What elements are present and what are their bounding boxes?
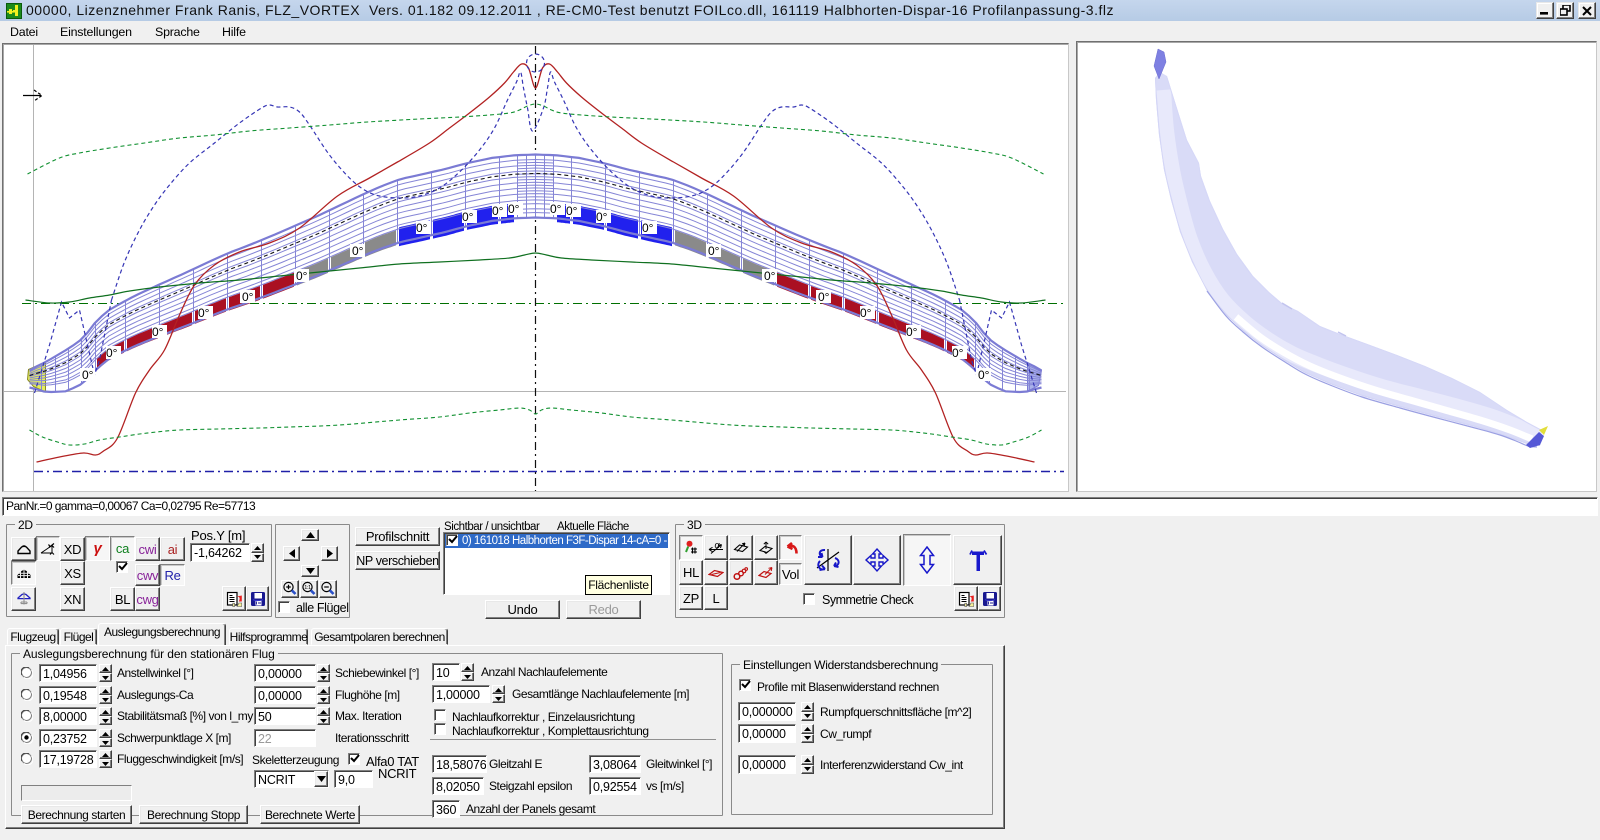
- svg-text:0°: 0°: [352, 244, 364, 258]
- svg-text:0°: 0°: [492, 204, 504, 218]
- svg-text:0°: 0°: [952, 346, 964, 360]
- svg-text:0°: 0°: [906, 325, 918, 339]
- svg-text:0°: 0°: [462, 210, 474, 224]
- svg-text:0°: 0°: [642, 221, 654, 235]
- svg-text:0°: 0°: [242, 290, 254, 304]
- svg-text:0°: 0°: [152, 325, 164, 339]
- svg-text:0°: 0°: [708, 244, 720, 258]
- svg-text:0°: 0°: [296, 269, 308, 283]
- svg-text:1:1: 1:1: [304, 585, 311, 591]
- svg-text:0°: 0°: [82, 368, 94, 382]
- svg-text:0°: 0°: [106, 346, 118, 360]
- svg-text:0°: 0°: [198, 306, 210, 320]
- svg-text:0°: 0°: [764, 269, 776, 283]
- svg-text:0°: 0°: [978, 368, 990, 382]
- svg-text:0°: 0°: [550, 202, 562, 216]
- svg-text:0°: 0°: [860, 306, 872, 320]
- svg-text:0°: 0°: [566, 204, 578, 218]
- svg-text:0°: 0°: [508, 202, 520, 216]
- svg-text:0°: 0°: [416, 221, 428, 235]
- svg-text:0°: 0°: [818, 290, 830, 304]
- svg-text:0°: 0°: [596, 210, 608, 224]
